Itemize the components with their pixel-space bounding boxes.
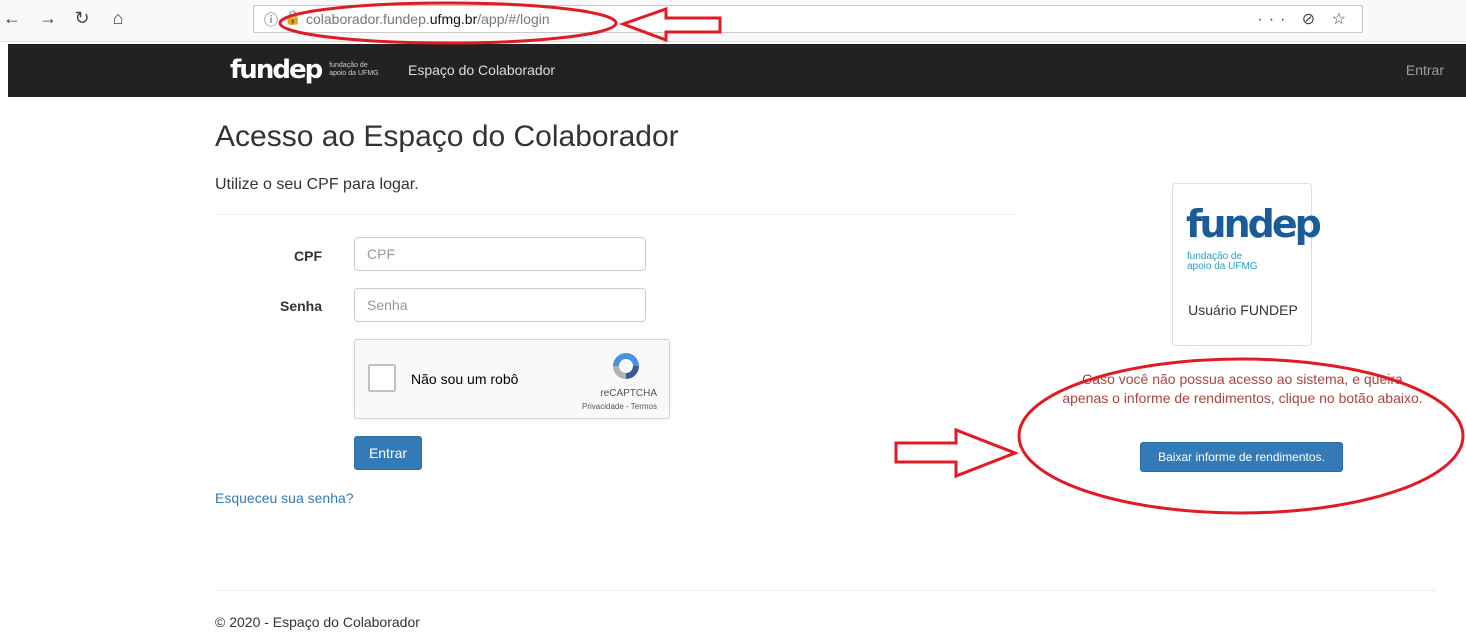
address-bar[interactable]: ⓘ 🔒 colaborador.fundep.ufmg.br/app/#/log… [253,5,1363,33]
home-icon[interactable]: ⌂ [106,6,130,30]
forgot-password-link[interactable]: Esqueceu sua senha? [215,490,354,506]
forward-icon[interactable]: → [36,6,60,30]
password-input[interactable] [354,288,646,322]
recaptcha-widget: Não sou um robô reCAPTCHA Privacidade - … [354,339,670,419]
page-subtitle: Utilize o seu CPF para logar. [215,176,419,193]
fundep-logo-sub: fundação de apoio da UFMG [329,62,379,77]
recaptcha-label: Não sou um robô [411,371,519,387]
lock-icon[interactable]: 🔒 [284,9,301,26]
fundep-user-card[interactable]: fundep fundação de apoio da UFMG Usuário … [1172,183,1322,346]
footer-divider [215,590,1435,591]
login-button[interactable]: Entrar [354,436,422,470]
card-logo-text: fundep [1186,202,1322,246]
card-logo-sub: fundação de apoio da UFMG [1187,251,1258,272]
back-icon[interactable]: ← [0,6,24,30]
recaptcha-brand: reCAPTCHA [600,388,657,399]
page-actions[interactable]: ··· ⊘ ☆ [1257,9,1352,29]
site-navbar: fundep fundação de apoio da UFMG Espaço d… [8,44,1466,97]
nav-title[interactable]: Espaço do Colaborador [408,62,555,78]
reload-icon[interactable]: ↻ [70,6,94,30]
fundep-logo-text: fundep [230,55,323,85]
right-arrow-icon [894,427,1020,479]
recaptcha-icon [613,353,639,379]
brand-logo[interactable]: fundep fundação de apoio da UFMG [230,52,379,88]
password-label: Senha [279,298,322,314]
url-text[interactable]: colaborador.fundep.ufmg.br/app/#/login [306,11,550,27]
notice-text: Caso você não possua acesso ao sistema, … [1062,371,1423,406]
info-icon[interactable]: ⓘ [264,10,278,30]
page-title: Acesso ao Espaço do Colaborador [215,120,679,153]
browser-toolbar: ← → ↻ ⌂ ⓘ 🔒 colaborador.fundep.ufmg.br/a… [0,0,1466,42]
recaptcha-checkbox[interactable] [368,364,396,392]
card-caption: Usuário FUNDEP [1188,302,1298,318]
footer-text: © 2020 - Espaço do Colaborador [215,614,420,630]
nav-login-link[interactable]: Entrar [1406,62,1444,78]
cpf-input[interactable] [354,237,646,271]
cpf-label: CPF [294,248,322,264]
recaptcha-links[interactable]: Privacidade - Termos [582,402,657,411]
divider [215,214,1018,215]
download-statement-button[interactable]: Baixar informe de rendimentos. [1140,442,1343,472]
